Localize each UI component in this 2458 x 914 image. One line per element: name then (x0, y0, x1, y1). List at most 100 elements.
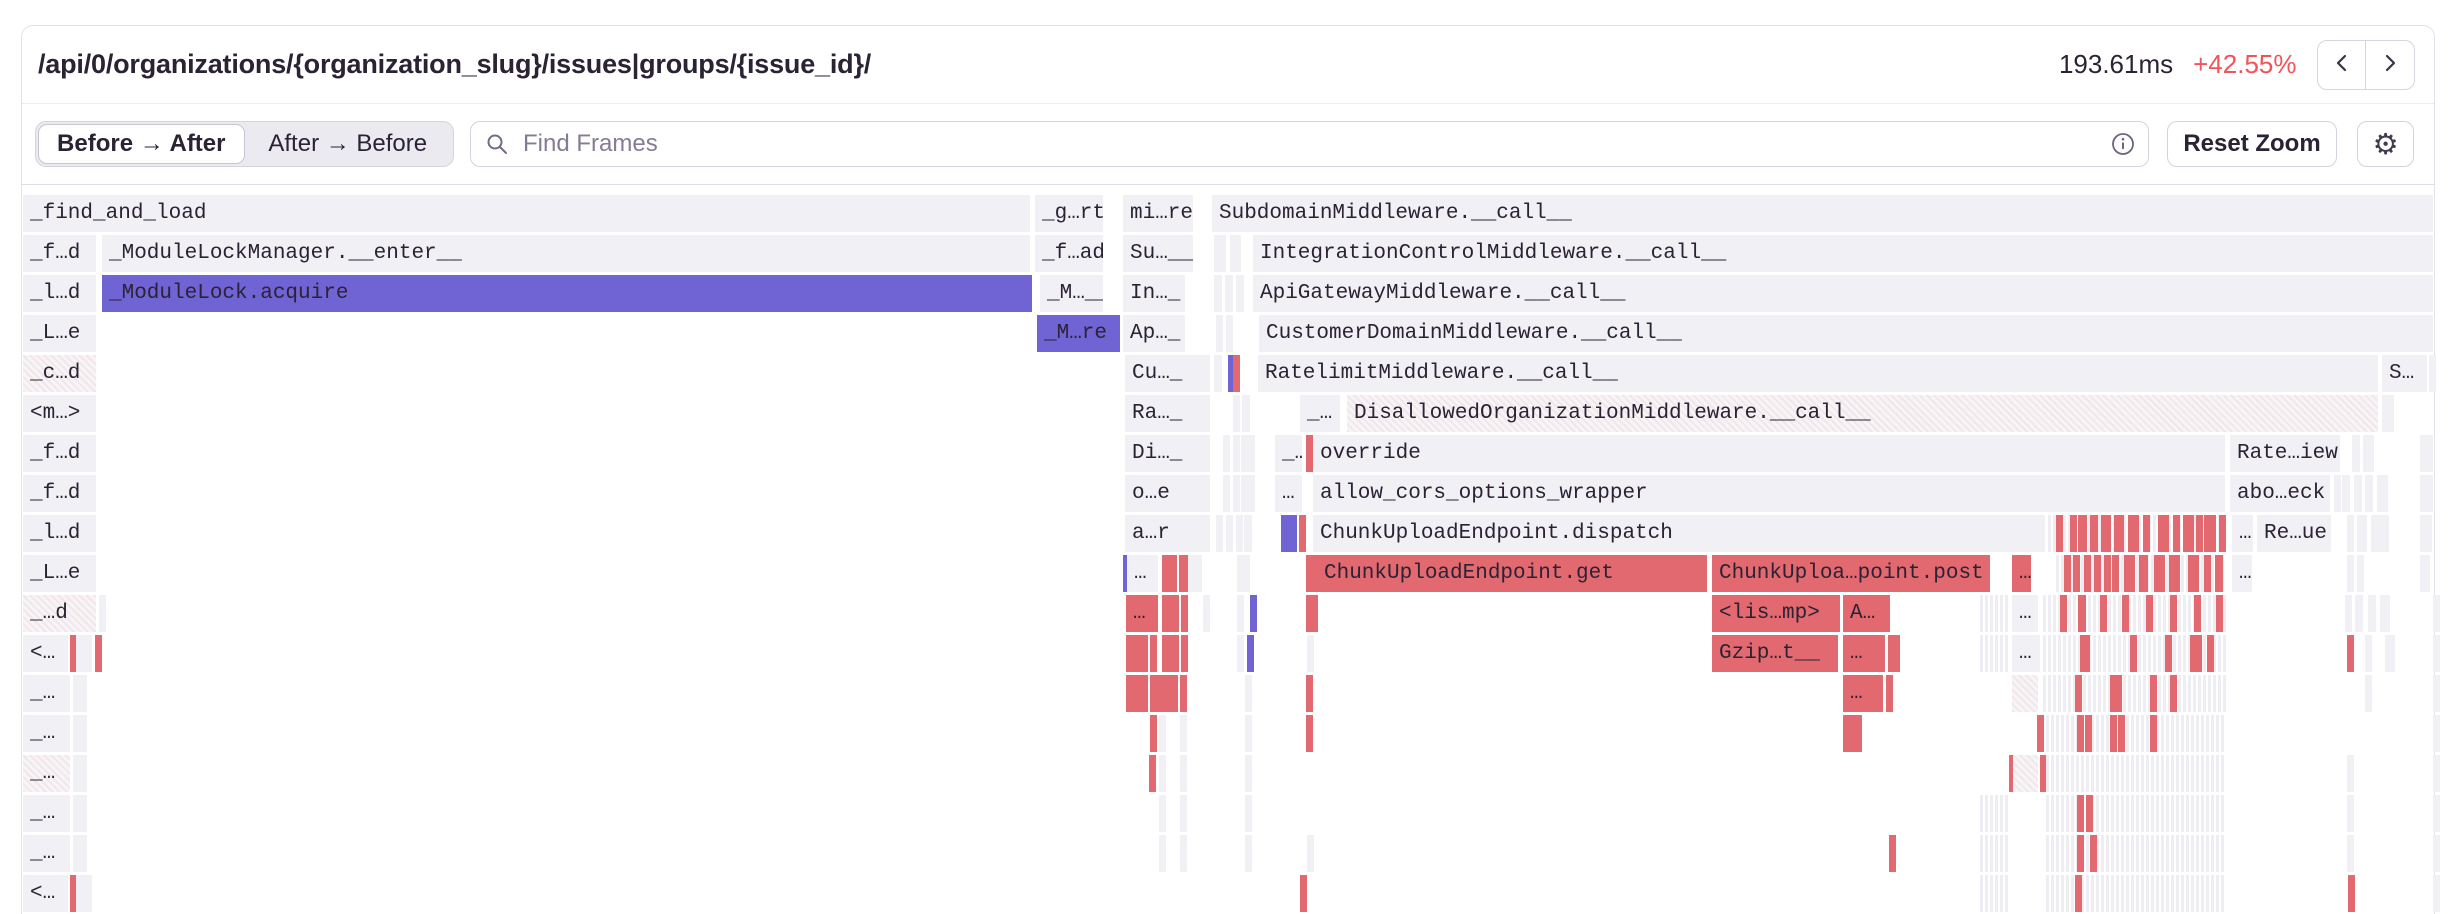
flame-frame[interactable] (1299, 515, 1306, 552)
flame-frame[interactable] (1162, 635, 1179, 672)
flame-frame[interactable] (1245, 835, 1252, 872)
flame-frame[interactable] (1216, 315, 1223, 352)
flame-frame[interactable] (1248, 475, 1255, 512)
flame-frame[interactable] (2365, 635, 2372, 672)
flame-frame[interactable] (2216, 595, 2223, 632)
flame-frame[interactable] (1216, 515, 1223, 552)
flame-frame[interactable] (2365, 675, 2372, 712)
flame-frame[interactable] (1247, 635, 1254, 672)
flame-frame[interactable]: … (2012, 595, 2038, 632)
flame-frame[interactable] (2154, 555, 2165, 592)
flame-frame[interactable]: _…d (23, 595, 96, 632)
flame-frame[interactable] (1306, 435, 1313, 472)
flame-frame[interactable] (2347, 795, 2354, 832)
flame-frame[interactable]: _f…d (23, 235, 96, 272)
flame-frame[interactable] (2146, 595, 2153, 632)
flame-frame[interactable] (1886, 675, 1893, 712)
flame-frame[interactable] (2064, 555, 2071, 592)
flame-frame[interactable]: o…e (1125, 475, 1210, 512)
next-button[interactable] (2365, 40, 2415, 90)
flame-frame[interactable] (2043, 675, 2226, 712)
flame-frame[interactable] (2420, 475, 2433, 512)
flame-frame[interactable]: … (2012, 635, 2040, 672)
flame-frame[interactable] (1241, 435, 1248, 472)
flame-frame[interactable] (1230, 235, 1241, 272)
flame-frame[interactable]: Su…__ (1123, 235, 1193, 272)
flame-frame[interactable]: IntegrationControlMiddleware.__call__ (1253, 235, 2433, 272)
flame-frame[interactable]: _f…ad (1035, 235, 1103, 272)
flame-frame[interactable] (1214, 275, 1222, 312)
flame-frame[interactable] (2124, 555, 2135, 592)
flame-frame[interactable]: RatelimitMiddleware.__call__ (1258, 355, 2378, 392)
flame-frame[interactable] (2433, 835, 2440, 872)
flame-frame[interactable] (1233, 355, 1240, 392)
flame-frame[interactable]: <lis…mp> (1712, 595, 1840, 632)
flame-frame[interactable] (2420, 555, 2430, 592)
flame-frame[interactable]: <… (23, 635, 68, 672)
flame-frame[interactable] (2347, 755, 2354, 792)
flame-frame[interactable] (2013, 755, 2038, 792)
flame-frame[interactable] (1214, 235, 1226, 272)
flame-frame[interactable] (2365, 475, 2373, 512)
flame-frame[interactable] (2342, 475, 2350, 512)
flame-frame[interactable] (1233, 475, 1240, 512)
flame-frame[interactable] (1223, 475, 1230, 512)
flame-frame[interactable] (2347, 635, 2354, 672)
flame-frame[interactable]: _… (1275, 435, 1302, 472)
flame-frame[interactable] (2143, 515, 2150, 552)
flame-frame[interactable]: _l…d (23, 515, 96, 552)
segment-before-after[interactable]: Before → After (38, 124, 245, 164)
flame-frame[interactable] (1180, 715, 1187, 752)
flame-frame[interactable]: Di…_ (1125, 435, 1210, 472)
flame-frame[interactable] (73, 755, 87, 792)
flame-frame[interactable] (2357, 515, 2367, 552)
flame-frame[interactable] (2046, 875, 2226, 912)
flame-frame[interactable] (1306, 675, 1313, 712)
flame-frame[interactable] (1245, 715, 1252, 752)
flame-frame[interactable] (2347, 835, 2354, 872)
flame-frame[interactable]: override (1313, 435, 2225, 472)
info-icon[interactable] (2111, 132, 2135, 161)
flame-frame[interactable] (1233, 435, 1240, 472)
flame-frame[interactable]: _M…__ (1040, 275, 1103, 312)
flame-frame[interactable] (1311, 595, 1318, 632)
flame-frame[interactable] (2158, 515, 2169, 552)
flame-frame[interactable]: _… (23, 675, 70, 712)
flame-frame[interactable] (1242, 395, 1250, 432)
flame-frame[interactable]: CustomerDomainMiddleware.__call__ (1259, 315, 2433, 352)
flame-frame[interactable] (2118, 715, 2125, 752)
flame-frame[interactable]: … (1275, 475, 1302, 512)
flame-frame[interactable] (2150, 715, 2157, 752)
flame-frame[interactable] (1245, 755, 1252, 792)
flame-frame[interactable] (2368, 595, 2376, 632)
flame-frame[interactable] (1126, 675, 1148, 712)
flame-frame[interactable] (2170, 595, 2177, 632)
flame-frame[interactable] (1300, 875, 1307, 912)
flame-frame[interactable]: _f…d (23, 435, 96, 472)
flame-frame[interactable] (95, 635, 102, 672)
flame-frame[interactable] (1980, 835, 2010, 872)
flame-frame[interactable] (73, 675, 87, 712)
flame-frame[interactable] (2429, 355, 2436, 392)
flame-frame[interactable] (1162, 595, 1179, 632)
flame-frame[interactable] (2046, 835, 2226, 872)
flame-frame[interactable] (1245, 675, 1252, 712)
flame-frame[interactable] (2046, 755, 2226, 792)
flame-frame[interactable] (2100, 595, 2107, 632)
flame-frame[interactable]: A… (1843, 595, 1890, 632)
flame-frame[interactable] (2173, 515, 2180, 552)
flame-frame[interactable] (1980, 595, 2010, 632)
flame-frame[interactable]: _… (23, 755, 70, 792)
flame-frame[interactable]: … (1126, 595, 1158, 632)
flame-frame[interactable] (2433, 795, 2440, 832)
flame-frame[interactable]: _… (1300, 395, 1340, 432)
flame-frame[interactable] (1181, 635, 1188, 672)
flame-frame[interactable] (1843, 715, 1862, 752)
flame-frame[interactable]: <m…> (23, 395, 96, 432)
flame-frame[interactable] (2345, 595, 2352, 632)
flame-frame[interactable] (2433, 595, 2440, 632)
flame-frame[interactable] (2077, 715, 2084, 752)
flame-frame[interactable] (2170, 675, 2177, 712)
flame-frame[interactable] (2207, 635, 2214, 672)
flame-frame[interactable] (2355, 595, 2363, 632)
